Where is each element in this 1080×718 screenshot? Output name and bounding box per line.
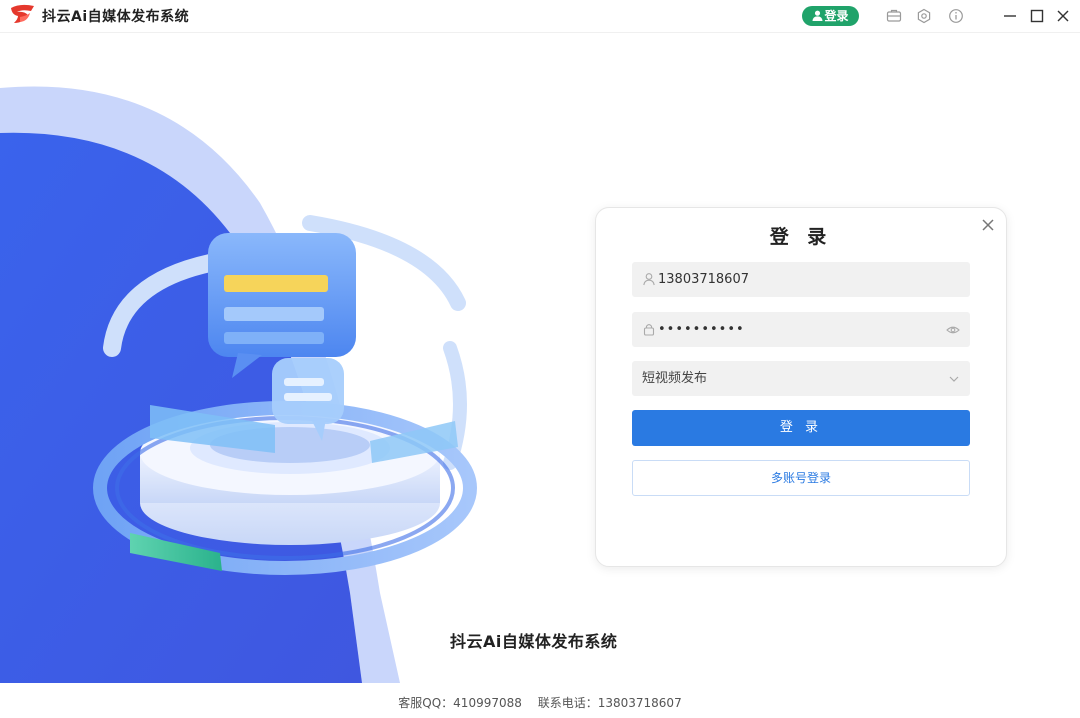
footer: 客服QQ：410997088 联系电话：13803718607 [0, 684, 1080, 718]
username-field[interactable] [632, 262, 970, 297]
username-input[interactable] [658, 262, 948, 297]
close-icon[interactable] [1053, 6, 1073, 26]
brand-logo-icon [11, 4, 34, 23]
chevron-down-icon [949, 376, 959, 382]
multi-account-login-button[interactable]: 多账号登录 [632, 460, 970, 496]
footer-qq: 客服QQ：410997088 [398, 696, 522, 710]
password-input[interactable] [658, 312, 948, 347]
lock-icon [643, 324, 655, 336]
footer-phone: 联系电话：13803718607 [537, 696, 682, 710]
login-card: 登 录 短视频发布 登 录 多账号登录 [595, 207, 1007, 567]
login-submit-button[interactable]: 登 录 [632, 410, 970, 446]
info-icon[interactable] [948, 8, 964, 24]
password-field[interactable] [632, 312, 970, 347]
hero-illustration [0, 86, 477, 683]
system-name-label: 抖云Ai自媒体发布系统 [450, 632, 618, 651]
user-icon [812, 10, 824, 21]
minimize-icon[interactable] [1000, 6, 1020, 26]
title-bar: 抖云Ai自媒体发布系统 登录 [0, 0, 1080, 33]
login-button-label: 登录 [824, 9, 849, 23]
maximize-icon[interactable] [1027, 6, 1047, 26]
app-title: 抖云Ai自媒体发布系统 [42, 9, 190, 25]
settings-gear-icon[interactable] [916, 8, 932, 24]
briefcase-icon[interactable] [886, 8, 902, 24]
login-button[interactable]: 登录 [802, 6, 859, 26]
user-icon [643, 273, 655, 286]
publish-mode-value: 短视频发布 [642, 371, 708, 386]
login-title: 登 录 [769, 226, 833, 248]
eye-icon[interactable] [946, 323, 960, 337]
publish-mode-select[interactable]: 短视频发布 [632, 361, 970, 396]
